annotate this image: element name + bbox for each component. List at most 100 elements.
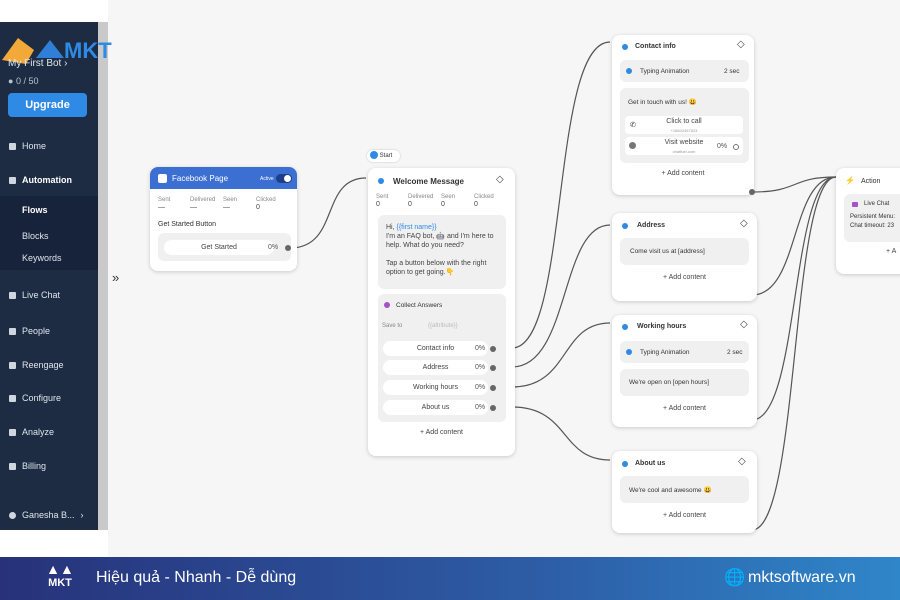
output-port[interactable]	[749, 189, 755, 195]
card-title: Welcome Message	[393, 177, 464, 186]
svg-text:MKT: MKT	[64, 38, 112, 63]
button-ctr: 0%	[717, 143, 728, 150]
website-link[interactable]: mktsoftware.vn	[748, 569, 856, 587]
save-to-label: Save to	[382, 323, 403, 329]
tag-icon[interactable]: ◇	[496, 174, 504, 185]
start-badge: Start	[367, 150, 401, 162]
stat-label: Sent	[376, 194, 389, 200]
output-port[interactable]	[490, 365, 496, 371]
button-ctr: 0%	[475, 384, 486, 391]
tag-icon[interactable]: ◇	[740, 218, 748, 229]
about-us-card[interactable]: About us ◇ We're cool and awesome 😃 + Ad…	[612, 451, 757, 533]
button-ctr: 0%	[475, 404, 486, 411]
sidebar-item-keywords[interactable]: Keywords	[0, 248, 98, 268]
output-port[interactable]	[285, 245, 291, 251]
output-port[interactable]	[490, 346, 496, 352]
add-content-button[interactable]: + A	[886, 248, 896, 255]
facebook-page-card[interactable]: Facebook Page Active Sent Delivered Seen…	[150, 167, 297, 271]
click-to-call-button[interactable]: Click to call +18602457823	[625, 116, 743, 134]
tag-icon[interactable]: ◇	[740, 319, 748, 330]
typing-icon	[626, 349, 632, 355]
sidebar-scrollbar[interactable]	[98, 22, 108, 530]
output-port[interactable]	[490, 385, 496, 391]
output-port[interactable]	[490, 405, 496, 411]
welcome-message-card[interactable]: Welcome Message ◇ Sent Delivered Seen Cl…	[368, 168, 515, 456]
sidebar-item-billing[interactable]: Billing	[0, 456, 98, 476]
block-icon	[622, 324, 628, 330]
add-content-button[interactable]: + Add content	[612, 274, 757, 281]
active-label: Active	[260, 176, 274, 182]
home-icon	[9, 142, 16, 150]
people-icon	[9, 327, 16, 335]
tag-icon[interactable]: ◇	[737, 39, 745, 50]
sidebar-item-live-chat[interactable]: Live Chat	[0, 285, 98, 305]
card-title: Facebook Page	[172, 174, 229, 183]
sidebar-item-blocks[interactable]: Blocks	[0, 226, 98, 246]
attribute-input[interactable]: {{attribute}}	[428, 323, 458, 329]
sidebar-item-configure[interactable]: Configure	[0, 388, 98, 408]
collect-label: Collect Answers	[396, 302, 443, 309]
connector-contact	[511, 41, 611, 349]
working-hours-card[interactable]: Working hours ◇ Typing Animation 2 sec W…	[612, 315, 757, 427]
sidebar-item-home[interactable]: Home	[0, 136, 98, 156]
typing-label: Typing Animation	[640, 68, 690, 75]
text-message[interactable]: Hi, {{first name}} I'm an FAQ bot, 🤖 and…	[378, 215, 506, 289]
connector-hours	[511, 322, 611, 388]
section-label: Get Started Button	[158, 221, 216, 228]
message-text: We're open on [open hours]	[629, 379, 709, 386]
add-content-button[interactable]: + Add content	[612, 512, 757, 519]
automation-icon	[9, 176, 16, 184]
address-card[interactable]: Address ◇ Come visit us at [address] + A…	[612, 213, 757, 301]
stat-label: Delivered	[408, 194, 434, 200]
lightning-icon: ⚡	[845, 176, 855, 185]
add-content-button[interactable]: + Add content	[612, 405, 757, 412]
sidebar-item-people[interactable]: People	[0, 321, 98, 341]
block-icon	[622, 44, 628, 50]
subscriber-count: ● 0 / 50	[8, 76, 39, 86]
connector-action-3	[751, 176, 837, 421]
quick-reply-address[interactable]: Address	[383, 360, 488, 375]
get-started-button[interactable]: Get Started	[164, 240, 274, 255]
connector-address	[511, 224, 611, 368]
connector-about	[511, 406, 611, 461]
card-title: Address	[637, 222, 666, 229]
sidebar-item-automation[interactable]: Automation	[0, 170, 98, 190]
quick-reply-about-us[interactable]: About us	[383, 400, 488, 415]
stat-value: —	[223, 204, 230, 211]
typing-icon	[626, 68, 632, 74]
button-ctr: 0%	[475, 345, 486, 352]
card-title: Contact info	[635, 43, 676, 50]
card-title: About us	[635, 460, 666, 467]
stat-label: Seen	[223, 197, 238, 203]
card-title: Action	[861, 178, 881, 185]
quick-reply-contact-info[interactable]: Contact info	[383, 341, 488, 356]
contact-info-card[interactable]: Contact info ◇ Typing Animation 2 sec Ge…	[612, 35, 755, 195]
action-card[interactable]: ⚡ Action Live Chat Persistent Menu: Chat…	[836, 168, 900, 274]
footer-banner: ▲▲ MKT Hiệu quả - Nhanh - Dễ dùng 🌐 mktso…	[0, 557, 900, 600]
output-port[interactable]	[733, 144, 739, 150]
stat-value: 0	[376, 201, 380, 208]
bot-selector[interactable]: My First Bot ›	[8, 58, 67, 69]
stat-label: Delivered	[190, 197, 216, 203]
quick-reply-working-hours[interactable]: Working hours	[383, 380, 488, 395]
add-content-button[interactable]: + Add content	[612, 170, 754, 177]
live-chat-label: Live Chat	[864, 201, 890, 207]
stat-label: Seen	[441, 194, 456, 200]
stat-label: Sent	[158, 197, 171, 203]
facebook-icon	[158, 174, 167, 183]
add-content-button[interactable]: + Add content	[368, 429, 515, 436]
stat-label: Clicked	[474, 194, 494, 200]
user-menu[interactable]: Ganesha B... ›	[0, 505, 98, 525]
chat-icon	[9, 291, 16, 299]
sidebar-item-reengage[interactable]: Reengage	[0, 355, 98, 375]
expand-sidebar-icon[interactable]: »	[112, 270, 119, 285]
tag-icon[interactable]: ◇	[738, 456, 746, 467]
slogan: Hiệu quả - Nhanh - Dễ dùng	[96, 569, 297, 586]
active-toggle[interactable]	[276, 174, 292, 183]
message-text: We're cool and awesome 😃	[629, 487, 712, 494]
stat-value: —	[158, 204, 165, 211]
sidebar-item-analyze[interactable]: Analyze	[0, 422, 98, 442]
sidebar-item-flows[interactable]: Flows	[0, 200, 98, 220]
message-text: Come visit us at [address]	[630, 248, 705, 255]
upgrade-button[interactable]: Upgrade	[8, 93, 87, 117]
